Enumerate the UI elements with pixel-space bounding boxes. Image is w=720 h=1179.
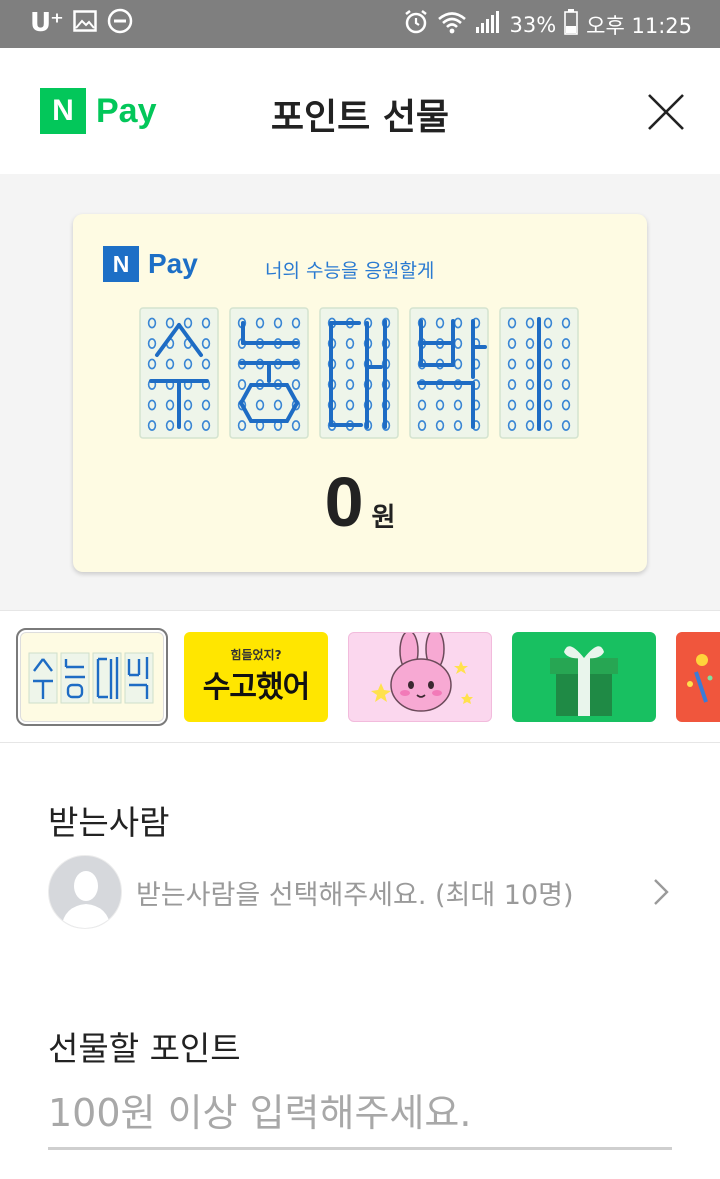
recipient-selector[interactable]: 받는사람을 선택해주세요. (최대 10명) bbox=[48, 855, 674, 929]
alarm-icon bbox=[403, 9, 429, 40]
thumbnail-main-text: 수고했어 bbox=[202, 670, 310, 705]
points-input[interactable] bbox=[48, 1078, 672, 1150]
status-right: 33% 오후 11:25 bbox=[403, 9, 692, 40]
battery-icon bbox=[564, 9, 578, 40]
card-pay-text: Pay bbox=[148, 248, 198, 279]
card-n-mark: N bbox=[103, 246, 139, 282]
card-slogan: 너의 수능을 응원할게 bbox=[265, 260, 435, 282]
thumbnail-gift-box[interactable] bbox=[512, 632, 656, 722]
recipient-placeholder: 받는사람을 선택해주세요. (최대 10명) bbox=[136, 880, 574, 911]
recipient-label: 받는사람 bbox=[48, 803, 170, 842]
signal-icon bbox=[475, 10, 501, 39]
close-icon bbox=[648, 94, 684, 130]
thumbnail-suneung-daebak[interactable] bbox=[16, 628, 168, 726]
do-not-disturb-icon bbox=[107, 8, 133, 38]
image-icon bbox=[73, 10, 97, 36]
person-avatar-icon bbox=[61, 871, 111, 928]
status-left: U⁺ bbox=[30, 8, 133, 38]
page-title: 포인트 선물 bbox=[270, 97, 450, 138]
app-header: N Pay 포인트 선물 bbox=[0, 48, 720, 174]
gift-card: N Pay 너의 수능을 응원할게 0 원 bbox=[73, 214, 647, 572]
gift-amount: 0원 bbox=[73, 462, 647, 542]
card-preview-area: N Pay 너의 수능을 응원할게 0 원 bbox=[0, 174, 720, 610]
celebration-icon bbox=[687, 654, 713, 703]
clock-time: 오후 11:25 bbox=[586, 13, 692, 38]
close-button[interactable] bbox=[644, 90, 688, 134]
suneung-mini-art-icon bbox=[28, 652, 154, 704]
thumbnail-sugohaesseo[interactable]: 힘들었지? 수고했어 bbox=[184, 632, 328, 722]
thumbnail-top-text: 힘들었지? bbox=[230, 648, 282, 662]
amount-value: 0 bbox=[324, 463, 364, 541]
bunny-character-icon bbox=[371, 633, 473, 712]
card-npay-logo: N Pay bbox=[103, 246, 198, 282]
avatar bbox=[48, 855, 122, 929]
chevron-right-icon bbox=[654, 879, 669, 905]
amount-unit: 원 bbox=[371, 503, 396, 533]
thumbnail-celebration[interactable] bbox=[676, 632, 720, 722]
status-bar: U⁺ 33% 오후 11:25 bbox=[0, 0, 720, 48]
gift-box-icon bbox=[550, 646, 618, 716]
points-label: 선물할 포인트 bbox=[48, 1029, 241, 1068]
battery-percent: 33% bbox=[509, 12, 557, 37]
carrier-label: U⁺ bbox=[30, 8, 64, 38]
dot-art-suneung-daebak bbox=[139, 307, 579, 439]
thumbnail-bunny-character[interactable] bbox=[348, 632, 492, 722]
card-design-selector: 힘들었지? 수고했어 bbox=[0, 610, 720, 743]
wifi-icon bbox=[437, 10, 467, 39]
